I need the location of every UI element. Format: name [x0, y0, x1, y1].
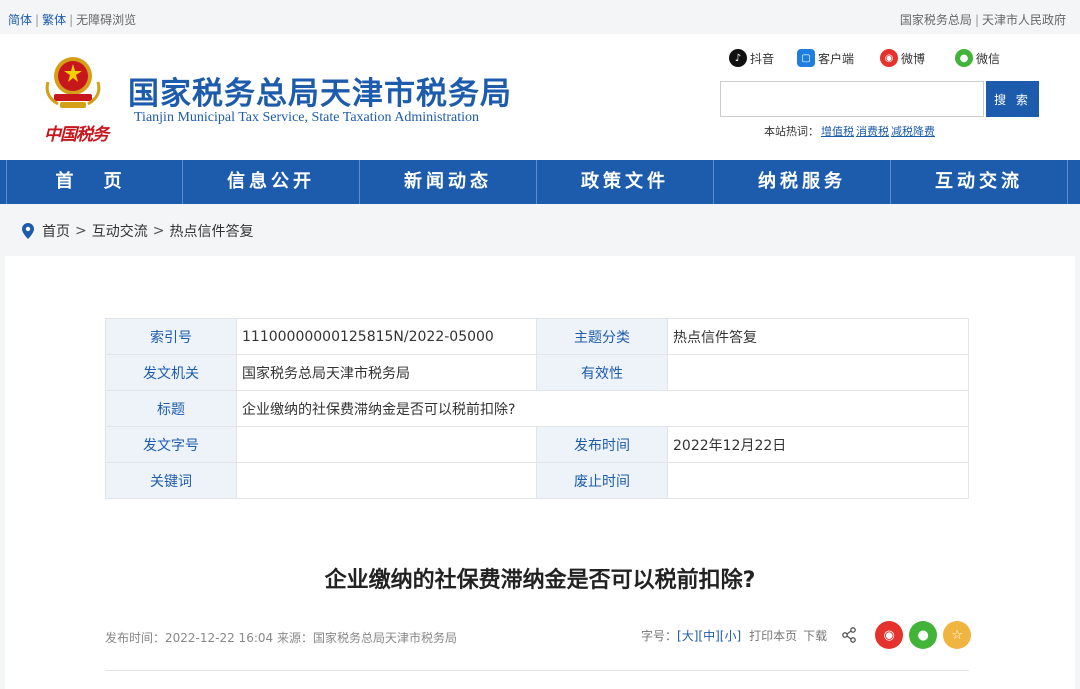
hot-keywords: 本站热词： 增值税 消费税 减税降费	[764, 125, 935, 138]
site-header: 中国税务 国家税务总局天津市税务局 Tianjin Municipal Tax …	[0, 34, 1080, 160]
location-pin-icon	[22, 223, 34, 239]
douyin-icon: ♪	[729, 49, 747, 67]
index-label: 索引号	[105, 318, 237, 355]
wechat-icon: ●	[955, 49, 973, 67]
main-nav: 首 页 信息公开 新闻动态 政策文件 纳税服务 互动交流	[0, 160, 1080, 204]
weibo-icon: ◉	[880, 49, 898, 67]
nav-item-news[interactable]: 新闻动态	[360, 160, 537, 204]
article-tools: 字号： [大] [中] [小] 打印本页 下载 ◉ ● ☆	[641, 621, 972, 649]
docno-label: 发文字号	[105, 426, 237, 463]
validity-value	[667, 354, 969, 391]
index-value: 11100000000125815N/2022-05000	[236, 318, 537, 355]
breadcrumb: 首页 > 互动交流 > 热点信件答复	[22, 221, 253, 241]
font-large-button[interactable]: [大]	[677, 627, 698, 644]
china-tax-seal-text: 中国税务	[44, 125, 109, 145]
favorite-star-icon[interactable]: ☆	[943, 621, 972, 649]
validity-label: 有效性	[536, 354, 668, 391]
client-app-link[interactable]: ▢ 客户端	[797, 48, 854, 68]
table-row: 发文字号 发布时间 2022年12月22日	[105, 426, 969, 463]
keywords-label: 关键词	[105, 462, 237, 499]
search-input[interactable]	[720, 81, 984, 117]
article-panel: 索引号 11100000000125815N/2022-05000 主题分类 热…	[5, 256, 1075, 689]
hotword-link[interactable]: 减税降费	[891, 125, 935, 138]
douyin-link[interactable]: ♪ 抖音	[729, 48, 774, 68]
client-app-icon: ▢	[797, 49, 815, 67]
sat-link[interactable]: 国家税务总局	[900, 13, 972, 27]
issuer-label: 发文机关	[105, 354, 237, 391]
pubdate-label: 发布时间	[536, 426, 668, 463]
print-button[interactable]: 打印本页	[749, 627, 797, 644]
nav-item-home[interactable]: 首 页	[6, 160, 183, 204]
nav-item-info-disclosure[interactable]: 信息公开	[183, 160, 360, 204]
font-medium-button[interactable]: [中]	[698, 627, 719, 644]
article-meta: 发布时间：2022-12-22 16:04 来源：国家税务总局天津市税务局	[105, 631, 457, 645]
pubdate-value: 2022年12月22日	[667, 426, 969, 463]
nav-item-interaction[interactable]: 互动交流	[891, 160, 1068, 204]
font-size-label: 字号：	[641, 628, 678, 643]
issuer-value: 国家税务总局天津市税务局	[236, 354, 537, 391]
traditional-chinese-link[interactable]: 繁体	[42, 13, 66, 27]
breadcrumb-home[interactable]: 首页	[42, 221, 70, 241]
hotword-link[interactable]: 消费税	[856, 125, 889, 138]
keywords-value	[236, 462, 537, 499]
docno-value	[236, 426, 537, 463]
document-metadata-table: 索引号 11100000000125815N/2022-05000 主题分类 热…	[105, 318, 969, 499]
table-row: 发文机关 国家税务总局天津市税务局 有效性	[105, 354, 969, 391]
article-title: 企业缴纳的社保费滞纳金是否可以税前扣除?	[324, 568, 756, 593]
table-row: 标题 企业缴纳的社保费滞纳金是否可以税前扣除?	[105, 390, 969, 427]
download-button[interactable]: 下载	[803, 627, 827, 644]
breadcrumb-current: 热点信件答复	[169, 224, 254, 240]
site-subtitle: Tianjin Municipal Tax Service, State Tax…	[134, 110, 480, 125]
tax-emblem-icon[interactable]	[40, 52, 106, 116]
share-weibo-icon[interactable]: ◉	[875, 621, 904, 649]
table-row: 关键词 废止时间	[105, 462, 969, 499]
font-small-button[interactable]: [小]	[720, 627, 741, 644]
topic-label: 主题分类	[536, 318, 668, 355]
title-value: 企业缴纳的社保费滞纳金是否可以税前扣除?	[236, 390, 969, 427]
divider	[105, 670, 969, 671]
search-button[interactable]: 搜 索	[986, 81, 1039, 117]
share-icon[interactable]	[841, 627, 857, 643]
weibo-link[interactable]: ◉ 微博	[880, 48, 925, 68]
simplified-chinese-link[interactable]: 简体	[8, 13, 32, 27]
share-wechat-icon[interactable]: ●	[909, 621, 938, 649]
tianjin-gov-link[interactable]: 天津市人民政府	[982, 13, 1066, 27]
topic-value: 热点信件答复	[667, 318, 969, 355]
expiry-value	[667, 462, 969, 499]
accessible-browse-link[interactable]: 无障碍浏览	[76, 13, 136, 27]
table-row: 索引号 11100000000125815N/2022-05000 主题分类 热…	[105, 318, 969, 355]
nav-item-policy[interactable]: 政策文件	[537, 160, 714, 204]
breadcrumb-interaction[interactable]: 互动交流	[92, 221, 148, 241]
wechat-link[interactable]: ● 微信	[955, 48, 1000, 68]
title-label: 标题	[105, 390, 237, 427]
expiry-label: 废止时间	[536, 462, 668, 499]
site-title[interactable]: 国家税务总局天津市税务局	[128, 68, 512, 113]
hotword-link[interactable]: 增值税	[821, 125, 854, 138]
top-utility-bar: 简体 | 繁体 | 无障碍浏览 国家税务总局 | 天津市人民政府	[0, 0, 1080, 34]
nav-item-tax-service[interactable]: 纳税服务	[714, 160, 891, 204]
